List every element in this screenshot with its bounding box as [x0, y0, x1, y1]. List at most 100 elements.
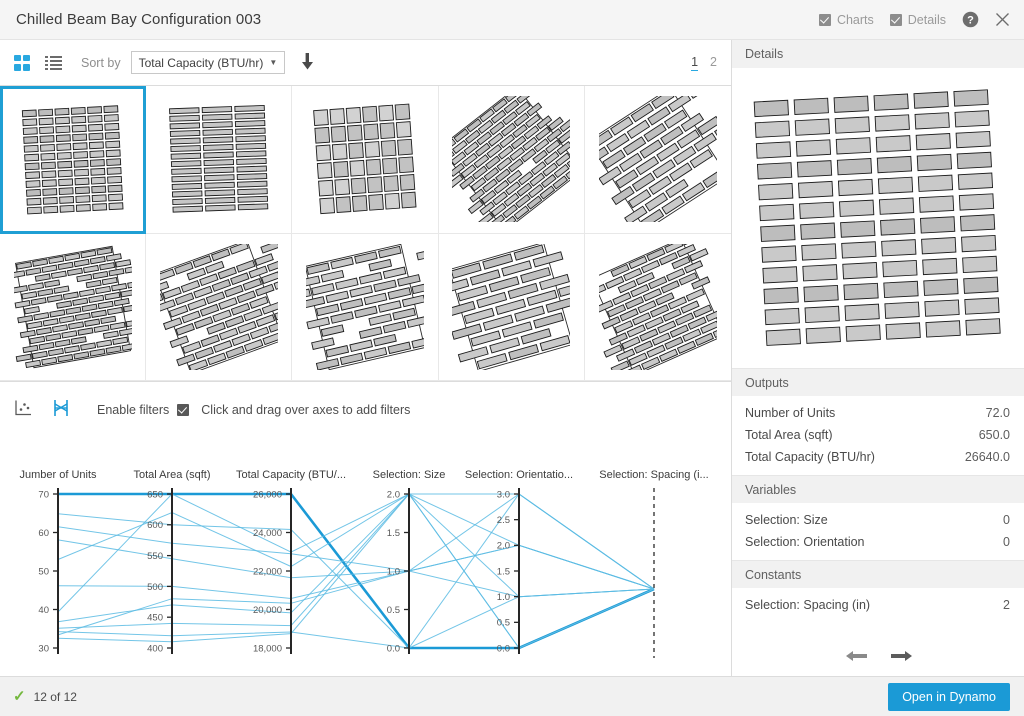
option-geometry-6: [13, 245, 132, 368]
parallel-coordinates-icon[interactable]: [51, 399, 71, 422]
option-thumbnail-6[interactable]: [0, 233, 147, 381]
option-thumbnail-8[interactable]: [292, 233, 439, 381]
sort-direction-icon[interactable]: [301, 52, 314, 73]
title-bar: Chilled Beam Bay Configuration 003 Chart…: [0, 0, 1024, 40]
option-geometry-8: [305, 243, 424, 370]
status-bar: ✓ 12 of 12 Open in Dynamo: [0, 676, 1024, 716]
option-thumbnail-4[interactable]: [438, 86, 585, 234]
axis-tick-label: 2.5: [497, 515, 510, 526]
option-thumbnail-9[interactable]: [438, 233, 585, 381]
constants-section-header: Constants: [732, 560, 1024, 588]
details-panel-title: Details: [732, 40, 1024, 68]
close-icon[interactable]: [995, 12, 1010, 27]
axis-tick-label: 500: [147, 582, 163, 593]
option-thumbnail-1[interactable]: [0, 86, 147, 234]
axis-tick-label: 2.0: [497, 541, 510, 552]
page-1[interactable]: 1: [691, 55, 699, 71]
detail-row: Number of Units 72.0: [732, 402, 1024, 424]
detail-label: Total Area (sqft): [745, 428, 833, 442]
axis-tick-label: 2.0: [387, 489, 400, 500]
option-thumbnail-5[interactable]: [584, 86, 731, 234]
arrow-left-icon[interactable]: [845, 648, 868, 668]
charts-toggle[interactable]: Charts: [818, 12, 874, 27]
option-geometry-5: [598, 96, 717, 223]
detail-label: Selection: Orientation: [745, 535, 865, 549]
axis-tick-label: 26,000: [253, 489, 282, 500]
axis-tick-label: 1.0: [497, 592, 510, 603]
detail-label: Selection: Size: [745, 513, 828, 527]
variables-section-header: Variables: [732, 475, 1024, 503]
page-2[interactable]: 2: [710, 55, 717, 71]
outputs-section-header: Outputs: [732, 368, 1024, 396]
chevron-down-icon: ▼: [269, 57, 278, 67]
option-geometry-1: [21, 105, 124, 215]
detail-value: 650.0: [978, 428, 1010, 442]
axis-title-1: Jumber of Units: [19, 469, 97, 481]
axis-tick-label: 0.0: [497, 643, 510, 654]
scatter-plot-icon[interactable]: [14, 399, 33, 422]
detail-value: 72.0: [985, 406, 1010, 420]
series-line-5[interactable]: [57, 493, 655, 590]
page-title: Chilled Beam Bay Configuration 003: [16, 11, 262, 28]
option-thumbnail-7[interactable]: [146, 233, 293, 381]
constants-list: Selection: Spacing (in) 2: [732, 588, 1024, 623]
charts-label: Charts: [836, 12, 874, 27]
axis-tick-label: 20,000: [253, 605, 282, 616]
option-thumbnail-2[interactable]: [146, 86, 293, 234]
svg-text:?: ?: [967, 14, 974, 26]
axis-title-5: Selection: Orientatio...: [465, 469, 573, 481]
axis-tick-label: 60: [38, 528, 49, 539]
detail-value: 26640.0: [964, 450, 1010, 464]
axis-tick-label: 18,000: [253, 643, 282, 654]
detail-row: Selection: Size 0: [732, 509, 1024, 531]
options-toolbar: Sort by Total Capacity (BTU/hr) ▼ 1 2: [0, 40, 731, 86]
axis-title-2: Total Area (sqft): [133, 469, 210, 481]
selected-option-preview: [732, 68, 1024, 368]
arrow-right-icon[interactable]: [890, 648, 912, 668]
axis-tick-label: 24,000: [253, 528, 282, 539]
detail-value: 0: [1003, 535, 1010, 549]
details-panel: Details Outputs Number of Units 72.0 Total…: [731, 40, 1024, 676]
title-bar-actions: Charts Details ?: [818, 11, 1024, 28]
pagination: 1 2: [691, 55, 731, 71]
status-info: ✓ 12 of 12: [13, 689, 77, 704]
design-options-window: Chilled Beam Bay Configuration 003 Chart…: [0, 0, 1024, 716]
axis-tick-label: 400: [147, 643, 163, 654]
open-in-dynamo-button[interactable]: Open in Dynamo: [888, 682, 1010, 711]
detail-label: Total Capacity (BTU/hr): [745, 450, 875, 464]
axis-tick-label: 0.5: [497, 618, 510, 629]
option-geometry-10: [598, 243, 717, 370]
list-view-icon[interactable]: [45, 55, 62, 70]
detail-row: Selection: Spacing (in) 2: [732, 594, 1024, 616]
enable-filters-checkbox[interactable]: [177, 404, 190, 416]
sort-by-select[interactable]: Total Capacity (BTU/hr) ▼: [130, 51, 286, 74]
option-thumbnail-10[interactable]: [584, 233, 731, 381]
option-thumbnail-3[interactable]: [292, 86, 439, 234]
grid-view-icon[interactable]: [14, 54, 30, 71]
axis-tick-label: 30: [38, 643, 49, 654]
help-circle-icon[interactable]: ?: [962, 11, 979, 28]
axis-title-4: Selection: Size: [373, 469, 446, 481]
axis-tick-label: 22,000: [253, 566, 282, 577]
detail-row: Selection: Orientation 0: [732, 531, 1024, 553]
detail-row: Total Area (sqft) 650.0: [732, 424, 1024, 446]
axis-tick-label: 40: [38, 605, 49, 616]
outputs-list: Number of Units 72.0 Total Area (sqft) 650.…: [732, 396, 1024, 475]
detail-value: 0: [1003, 513, 1010, 527]
details-toggle[interactable]: Details: [889, 12, 946, 27]
detail-row: Total Capacity (BTU/hr) 26640.0: [732, 446, 1024, 468]
axis-tick-label: 0.0: [387, 643, 400, 654]
parallel-coordinates-svg[interactable]: Jumber of Units Total Area (sqft) Total Ca…: [0, 438, 731, 682]
axis-tick-label: 3.0: [497, 489, 510, 500]
option-thumbnail-grid: [0, 86, 731, 381]
option-geometry-2: [168, 105, 269, 213]
charts-checkbox[interactable]: [818, 13, 831, 26]
parallel-coordinates-chart[interactable]: Jumber of Units Total Area (sqft) Total Ca…: [0, 438, 731, 682]
details-checkbox[interactable]: [889, 13, 902, 26]
detail-label: Selection: Spacing (in): [745, 598, 871, 612]
axis-title-6: Selection: Spacing (i...: [599, 469, 708, 481]
details-label: Details: [907, 12, 946, 27]
axis-tick-label: 0.5: [387, 605, 400, 616]
sort-by-label: Sort by: [81, 55, 121, 70]
axis-tick-label: 450: [147, 613, 163, 624]
